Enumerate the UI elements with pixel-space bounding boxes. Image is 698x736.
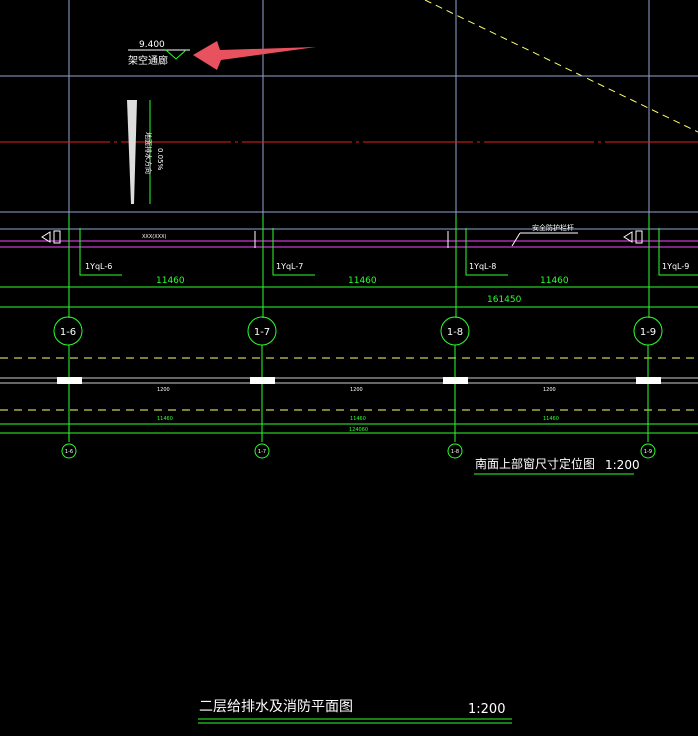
lower-center-3: 1200 [543, 387, 556, 393]
grid-axis-bubbles [53, 316, 663, 346]
safety-railing-label: 安全防护栏杆 [532, 223, 574, 232]
riser-label-4: 1YqL-9 [662, 262, 689, 271]
window-plan-scale: 1:200 [605, 458, 640, 472]
diagonal-dashed-line [424, 0, 698, 133]
lower-center-2: 1200 [350, 387, 363, 393]
building-edge-lines [0, 211, 698, 248]
upper-dim-1: 11460 [156, 276, 185, 286]
riser-label-3: 1YqL-8 [469, 262, 496, 271]
main-drawing-scale: 1:200 [468, 702, 505, 717]
main-drawing-title: 二层给排水及消防平面图 [199, 699, 353, 715]
safety-leader [511, 232, 578, 247]
upper-dim-2: 11460 [348, 276, 377, 286]
riser-label-2: 1YqL-7 [276, 262, 303, 271]
riser-details [41, 230, 643, 248]
lower-span-3: 11460 [543, 416, 559, 422]
lower-span-2: 11460 [350, 416, 366, 422]
axis-label-3: 1-8 [447, 327, 463, 338]
small-axis-bubbles [61, 443, 656, 459]
riser-label-1: 1YqL-6 [85, 262, 112, 271]
lower-center-1: 1200 [157, 387, 170, 393]
elevation-value: 9.400 [139, 40, 165, 50]
elevation-annotation: 9.400 架空通廊 [128, 40, 190, 67]
corridor-label: 架空通廊 [128, 54, 168, 67]
axis-label-4: 1-9 [640, 327, 656, 338]
red-annotation-arrow-icon [193, 41, 316, 70]
small-axis-3: 1-8 [451, 449, 459, 455]
axis-label-2: 1-7 [254, 327, 270, 338]
pipe-label: XXX(XXX) [142, 234, 167, 240]
upper-total-dim: 161450 [487, 295, 522, 305]
axis-label-1: 1-6 [60, 327, 76, 338]
lower-span-1: 11460 [157, 416, 173, 422]
small-axis-1: 1-6 [65, 449, 73, 455]
cad-drawing: 9.400 架空通廊 地面排水方向 0.05% XXX(XXX) 安全防护栏杆 … [0, 0, 698, 724]
drainage-slope: 0.05% [156, 148, 164, 171]
drainage-note-text: 地面排水方向 [144, 132, 153, 174]
small-axis-2: 1-7 [258, 449, 266, 455]
upper-dim-3: 11460 [540, 276, 569, 286]
window-plan-title: 南面上部窗尺寸定位图 [475, 456, 595, 471]
lower-total: 124060 [349, 427, 368, 433]
grid-column-lines [68, 0, 650, 215]
small-axis-4: 1-9 [644, 449, 652, 455]
drainage-note: 地面排水方向 0.05% [127, 100, 164, 204]
riser-leaders [79, 228, 698, 276]
